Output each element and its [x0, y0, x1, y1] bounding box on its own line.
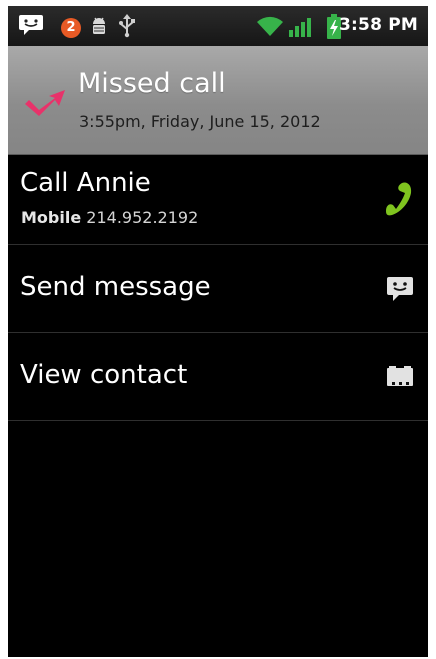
send-message-item[interactable]: Send message — [8, 245, 428, 333]
sms-icon — [18, 14, 44, 40]
view-contact-item[interactable]: View contact — [8, 333, 428, 421]
call-contact-item[interactable]: Call Annie Mobile 214.952.2192 — [8, 155, 428, 245]
call-timestamp: 3:55pm, Friday, June 15, 2012 — [79, 112, 321, 131]
android-debug-icon — [89, 16, 109, 40]
phone-screen: 2 3:58 PM Missed call 3:55pm, Friday, Ju… — [8, 6, 428, 657]
notification-badge: 2 — [61, 18, 81, 38]
usb-icon — [118, 14, 136, 42]
header-title: Missed call — [78, 68, 226, 99]
view-contact-label: View contact — [20, 360, 188, 390]
status-time: 3:58 PM — [339, 15, 418, 35]
message-icon[interactable] — [386, 275, 414, 307]
contact-card-icon[interactable] — [386, 366, 414, 392]
call-contact-label: Call Annie — [20, 168, 151, 198]
send-message-label: Send message — [20, 272, 211, 302]
contact-number-line: Mobile 214.952.2192 — [21, 208, 198, 227]
signal-icon — [288, 16, 314, 42]
phone-number: 214.952.2192 — [86, 208, 199, 227]
missed-call-icon — [21, 84, 69, 124]
status-bar: 2 3:58 PM — [8, 6, 428, 46]
phone-icon[interactable] — [382, 181, 414, 221]
missed-call-header: Missed call 3:55pm, Friday, June 15, 201… — [8, 46, 428, 155]
number-type-label: Mobile — [21, 208, 82, 227]
wifi-icon — [256, 15, 284, 41]
